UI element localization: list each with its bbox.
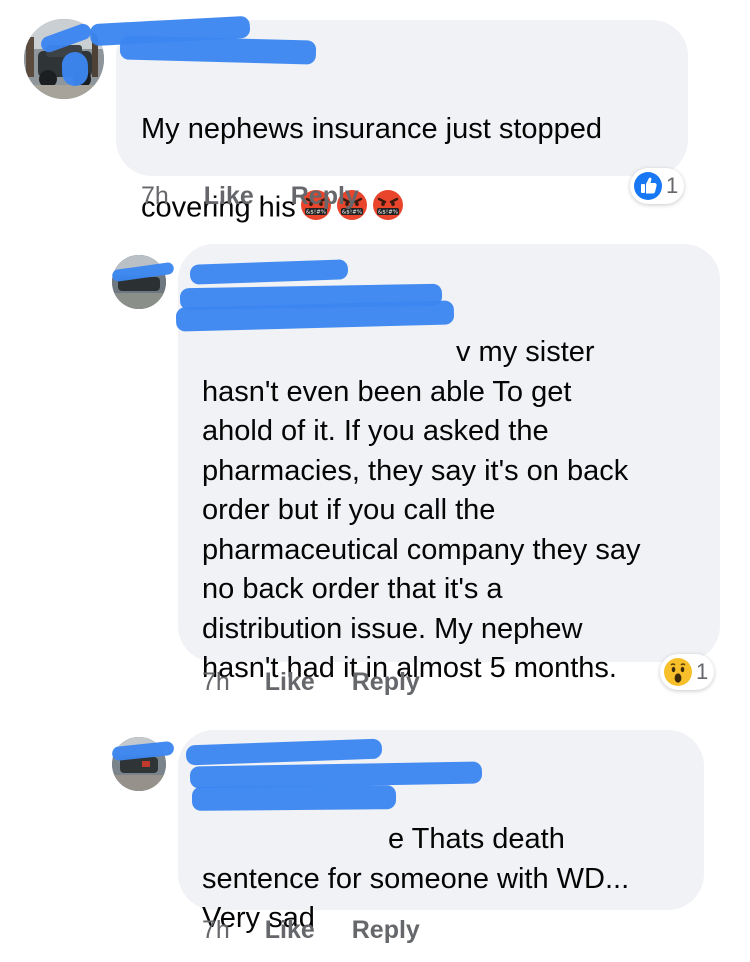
comment-body: hasn't even been able To get ahold of it… xyxy=(202,375,641,685)
comment-time[interactable]: 7h xyxy=(202,668,230,696)
cursing-face-icon: &$!#% xyxy=(336,149,368,220)
like-button[interactable]: Like xyxy=(204,182,254,210)
like-button[interactable]: Like xyxy=(265,668,315,696)
redacted-name xyxy=(119,35,317,65)
redacted-name xyxy=(191,785,397,811)
wow-icon xyxy=(664,658,692,686)
comment-actions: 7h Like Reply xyxy=(202,916,420,945)
comment-actions: 7h Like Reply xyxy=(141,182,359,211)
redacted-avatar-mark xyxy=(61,51,89,87)
reaction-summary[interactable]: 1 xyxy=(660,654,715,690)
svg-text:&$!#%: &$!#% xyxy=(378,209,398,215)
cursing-face-icon: &$!#% xyxy=(372,149,404,220)
reply-button[interactable]: Reply xyxy=(291,182,359,210)
like-icon xyxy=(634,172,662,200)
comment-thread: My nephews insurance just stopped coveri… xyxy=(0,0,750,962)
reaction-count: 1 xyxy=(666,173,679,198)
comment-text: hasn't even been able To get ahold of it… xyxy=(202,333,712,689)
reply-button[interactable]: Reply xyxy=(352,916,420,944)
comment-time[interactable]: 7h xyxy=(202,916,230,944)
reaction-summary[interactable]: 1 xyxy=(630,168,685,204)
like-button[interactable]: Like xyxy=(265,916,315,944)
cursing-face-icon: &$!#% xyxy=(300,149,332,220)
comment-actions: 7h Like Reply xyxy=(202,668,420,697)
reaction-count: 1 xyxy=(696,659,709,684)
reply-button[interactable]: Reply xyxy=(352,668,420,696)
comment-time[interactable]: 7h xyxy=(141,182,169,210)
